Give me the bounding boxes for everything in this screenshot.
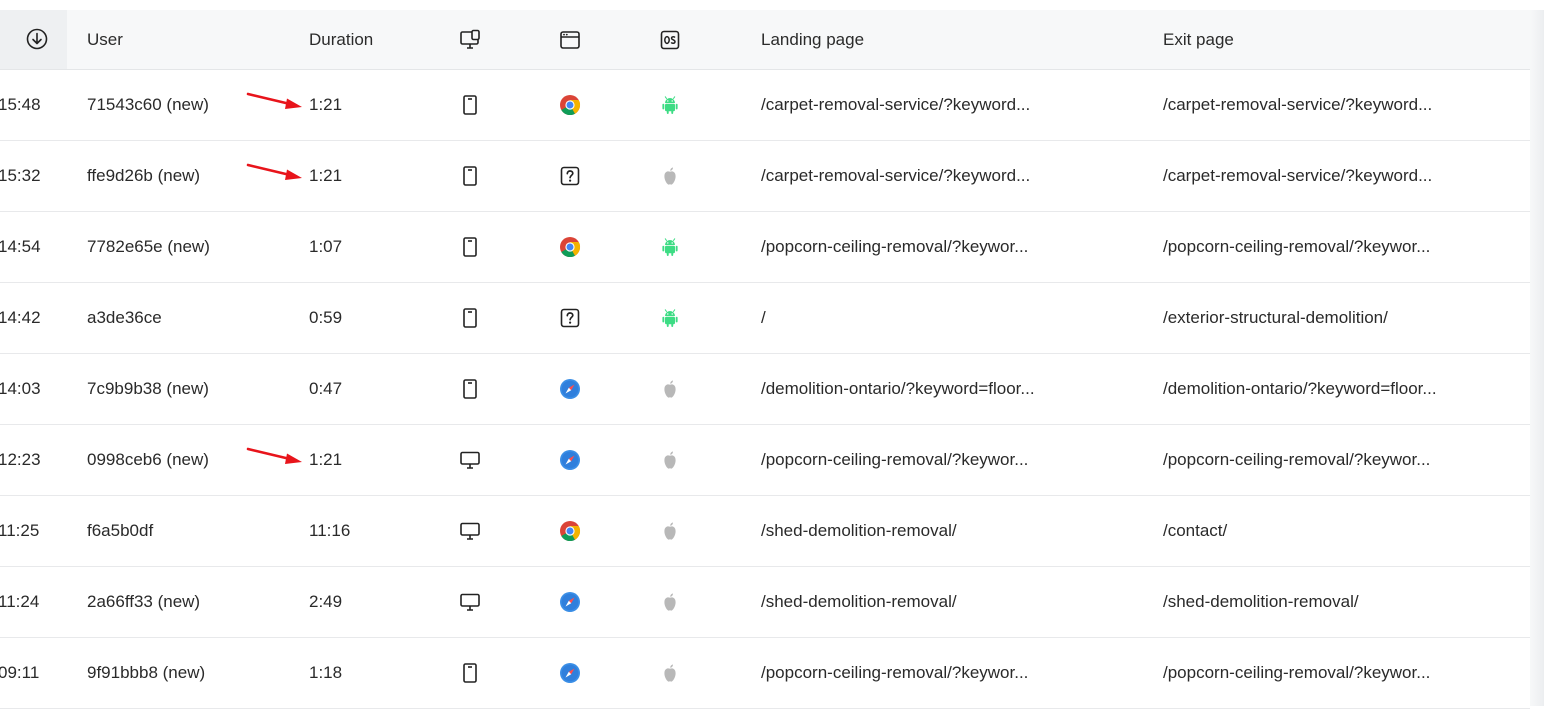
android-icon (662, 238, 678, 256)
unknown-browser-icon (560, 166, 580, 186)
desktop-icon (460, 451, 480, 469)
android-icon (662, 96, 678, 114)
session-time: 15:32 (0, 166, 41, 185)
table-row[interactable]: 09:11 9f91bbb8 (new) 1:18/popcorn-ceiling-… (0, 638, 1530, 709)
session-duration: 0:47 (309, 379, 343, 398)
safari-icon (560, 450, 580, 470)
android-icon (662, 309, 678, 327)
tablet-icon (463, 237, 477, 257)
exit-page-link[interactable]: /popcorn-ceiling-removal/?keywor... (1163, 638, 1430, 708)
sort-down-icon[interactable] (26, 28, 48, 50)
exit-page-link[interactable]: /popcorn-ceiling-removal/?keywor... (1163, 212, 1430, 282)
column-header-landing-page[interactable]: Landing page (761, 10, 864, 69)
exit-page-link[interactable]: /carpet-removal-service/?keyword... (1163, 141, 1432, 211)
session-time: 15:48 (0, 95, 41, 114)
chrome-icon (560, 95, 581, 116)
tablet-icon (463, 379, 477, 399)
user-id[interactable]: f6a5b0df (87, 496, 153, 566)
exit-page-link[interactable]: /exterior-structural-demolition/ (1163, 283, 1388, 353)
user-id[interactable]: a3de36ce (87, 283, 162, 353)
user-id[interactable]: 9f91bbb8 (new) (87, 638, 205, 708)
user-id[interactable]: 2a66ff33 (new) (87, 567, 200, 637)
session-time: 12:23 (0, 450, 41, 469)
user-id[interactable]: 7c9b9b38 (new) (87, 354, 209, 424)
table-row[interactable]: 14:54 7782e65e (new) 1:07/popcorn-ceiling-… (0, 212, 1530, 283)
annotation-arrow (246, 163, 302, 180)
safari-icon (560, 379, 580, 399)
session-time: 14:54 (0, 237, 41, 256)
session-duration: 1:21 (309, 450, 343, 469)
session-time: 11:24 (0, 592, 40, 611)
session-duration: 1:18 (309, 663, 343, 682)
session-time: 11:25 (0, 521, 40, 540)
session-duration: 1:21 (309, 166, 343, 185)
table-row[interactable]: 14:42 a3de36ce 0:59 / /exterior-structural-d… (0, 283, 1530, 354)
tablet-icon (463, 308, 477, 328)
desktop-icon (460, 593, 480, 611)
tablet-icon (463, 166, 477, 186)
apple-icon (664, 451, 676, 469)
chrome-icon (560, 237, 581, 258)
user-id[interactable]: 0998ceb6 (new) (87, 425, 209, 495)
table-row[interactable]: 14:03 7c9b9b38 (new) 0:47/demolition-ontar… (0, 354, 1530, 425)
chrome-icon (560, 521, 581, 542)
session-time: 14:42 (0, 308, 41, 327)
session-duration: 1:07 (309, 237, 343, 256)
landing-page-link[interactable]: /carpet-removal-service/?keyword... (761, 141, 1030, 211)
landing-page-link[interactable]: /popcorn-ceiling-removal/?keywor... (761, 638, 1028, 708)
safari-icon (560, 592, 580, 612)
device-column-icon[interactable] (459, 29, 481, 51)
os-column-icon[interactable] (659, 29, 681, 51)
column-header-exit-page[interactable]: Exit page (1163, 10, 1234, 69)
annotation-arrow (246, 92, 302, 109)
apple-icon (664, 167, 676, 185)
table-row[interactable]: 15:48 71543c60 (new) 1:21/carpet-removal-s… (0, 70, 1530, 141)
table-row[interactable]: 11:25 f6a5b0df 11:16/shed-demolition-remov… (0, 496, 1530, 567)
column-header-duration[interactable]: Duration (309, 10, 373, 69)
apple-icon (664, 380, 676, 398)
landing-page-link[interactable]: /demolition-ontario/?keyword=floor... (761, 354, 1035, 424)
browser-column-icon[interactable] (559, 29, 581, 51)
tablet-icon (463, 95, 477, 115)
exit-page-link[interactable]: /popcorn-ceiling-removal/?keywor... (1163, 425, 1430, 495)
annotation-arrow (246, 447, 302, 464)
tablet-icon (463, 663, 477, 683)
apple-icon (664, 593, 676, 611)
session-time: 14:03 (0, 379, 41, 398)
landing-page-link[interactable]: /popcorn-ceiling-removal/?keywor... (761, 212, 1028, 282)
unknown-browser-icon (560, 308, 580, 328)
landing-page-link[interactable]: / (761, 283, 766, 353)
column-header-user[interactable]: User (87, 10, 123, 69)
landing-page-link[interactable]: /shed-demolition-removal/ (761, 496, 957, 566)
exit-page-link[interactable]: /demolition-ontario/?keyword=floor... (1163, 354, 1437, 424)
session-duration: 1:21 (309, 95, 343, 114)
desktop-icon (460, 522, 480, 540)
session-duration: 11:16 (309, 521, 351, 540)
landing-page-link[interactable]: /shed-demolition-removal/ (761, 567, 957, 637)
session-time: 09:11 (0, 663, 40, 682)
table-row[interactable]: 15:32 ffe9d26b (new) 1:21/carpet-removal-s… (0, 141, 1530, 212)
scroll-edge (1530, 10, 1544, 706)
user-id[interactable]: ffe9d26b (new) (87, 141, 200, 211)
landing-page-link[interactable]: /carpet-removal-service/?keyword... (761, 70, 1030, 140)
table-row[interactable]: 12:23 0998ceb6 (new) 1:21/popcorn-ceiling-… (0, 425, 1530, 496)
apple-icon (664, 664, 676, 682)
landing-page-link[interactable]: /popcorn-ceiling-removal/?keywor... (761, 425, 1028, 495)
session-duration: 0:59 (309, 308, 343, 327)
apple-icon (664, 522, 676, 540)
session-duration: 2:49 (309, 592, 343, 611)
table-row[interactable]: 11:24 2a66ff33 (new) 2:49/shed-demolition-… (0, 567, 1530, 638)
exit-page-link[interactable]: /carpet-removal-service/?keyword... (1163, 70, 1432, 140)
exit-page-link[interactable]: /shed-demolition-removal/ (1163, 567, 1359, 637)
user-id[interactable]: 7782e65e (new) (87, 212, 210, 282)
sort-column-header[interactable] (0, 10, 67, 69)
exit-page-link[interactable]: /contact/ (1163, 496, 1227, 566)
safari-icon (560, 663, 580, 683)
table-header: User Duration Landing page Exit page (0, 10, 1530, 70)
top-strip (0, 0, 1544, 10)
user-id[interactable]: 71543c60 (new) (87, 70, 209, 140)
